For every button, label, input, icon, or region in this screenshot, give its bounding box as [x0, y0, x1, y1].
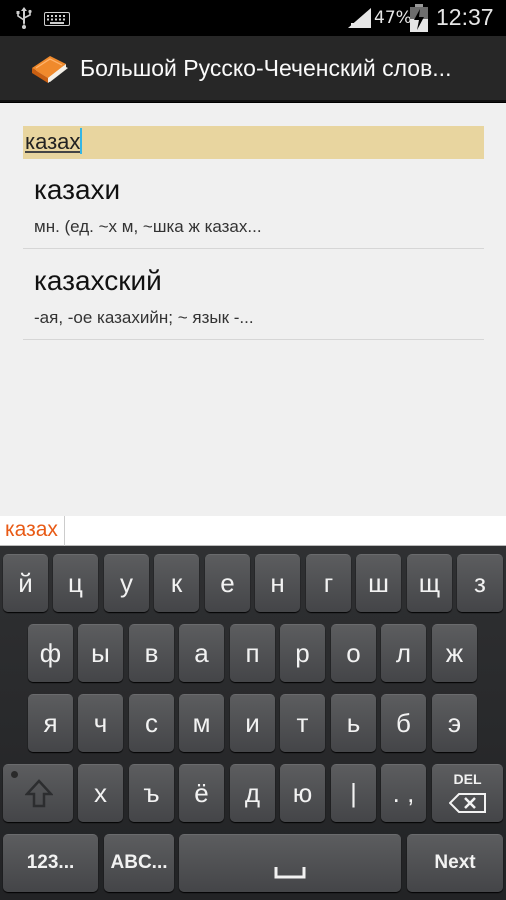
- key-ч[interactable]: ч: [78, 694, 123, 752]
- key-ю[interactable]: ю: [280, 764, 325, 822]
- shift-indicator-icon: [11, 771, 18, 778]
- key-punctuation[interactable]: . ,: [381, 764, 426, 822]
- key-я[interactable]: я: [28, 694, 73, 752]
- result-word: казахский: [34, 265, 162, 296]
- search-input-value: казах: [25, 129, 81, 154]
- key-ё[interactable]: ё: [179, 764, 224, 822]
- key-х[interactable]: х: [78, 764, 123, 822]
- text-cursor: [80, 128, 83, 154]
- battery-percent: 47%: [374, 8, 412, 28]
- keyboard-icon: [44, 12, 70, 26]
- key-ь[interactable]: ь: [331, 694, 376, 752]
- keyboard: й ц у к е н г ш щ з ф ы в а п р о л ж я …: [0, 546, 506, 900]
- key-з[interactable]: з: [457, 554, 503, 612]
- abc-key[interactable]: ABC...: [104, 834, 174, 892]
- key-л[interactable]: л: [381, 624, 426, 682]
- key-м[interactable]: м: [179, 694, 224, 752]
- shift-arrow-icon: [25, 779, 53, 808]
- key-ш[interactable]: ш: [356, 554, 401, 612]
- key-щ[interactable]: щ: [407, 554, 452, 612]
- key-г[interactable]: г: [306, 554, 351, 612]
- status-bar: 47% 12:37: [0, 0, 506, 36]
- key-и[interactable]: и: [230, 694, 275, 752]
- key-р[interactable]: р: [280, 624, 325, 682]
- key-а[interactable]: а: [179, 624, 224, 682]
- key-о[interactable]: о: [331, 624, 376, 682]
- next-key[interactable]: Next: [407, 834, 503, 892]
- key-д[interactable]: д: [230, 764, 275, 822]
- key-н[interactable]: н: [255, 554, 300, 612]
- key-ы[interactable]: ы: [78, 624, 123, 682]
- suggestion-item[interactable]: казах: [0, 516, 65, 546]
- battery-charging-icon: [410, 4, 428, 32]
- result-item-kazakhskiy[interactable]: казахский -ая, -ое казахийн; ~ язык -...: [23, 250, 484, 340]
- key-с[interactable]: с: [129, 694, 174, 752]
- signal-icon: [348, 8, 371, 28]
- key-т[interactable]: т: [280, 694, 325, 752]
- key-ъ[interactable]: ъ: [129, 764, 174, 822]
- key-п[interactable]: п: [230, 624, 275, 682]
- key-б[interactable]: б: [381, 694, 426, 752]
- key-й[interactable]: й: [3, 554, 48, 612]
- result-word: казахи: [34, 174, 121, 205]
- app-title: Большой Русско-Чеченский слов...: [80, 55, 452, 81]
- key-в[interactable]: в: [129, 624, 174, 682]
- usb-icon: [16, 7, 32, 29]
- status-clock: 12:37: [436, 4, 494, 30]
- space-bar-icon: [274, 867, 306, 879]
- result-item-kazakhi[interactable]: казахи мн. (ед. ~х м, ~шка ж казах...: [23, 159, 484, 249]
- delete-key[interactable]: DEL: [432, 764, 503, 822]
- backspace-icon: [449, 793, 486, 813]
- space-key[interactable]: [179, 834, 401, 892]
- content-area: казах казахи мн. (ед. ~х м, ~шка ж казах…: [0, 103, 506, 516]
- book-icon[interactable]: [30, 50, 70, 88]
- result-definition: мн. (ед. ~х м, ~шка ж казах...: [34, 217, 262, 236]
- key-ж[interactable]: ж: [432, 624, 477, 682]
- key-pipe[interactable]: |: [331, 764, 376, 822]
- result-definition: -ая, -ое казахийн; ~ язык -...: [34, 308, 254, 327]
- key-у[interactable]: у: [104, 554, 149, 612]
- shift-key[interactable]: [3, 764, 73, 822]
- search-input[interactable]: казах: [23, 126, 484, 159]
- key-к[interactable]: к: [154, 554, 199, 612]
- action-bar: Большой Русско-Чеченский слов...: [0, 36, 506, 102]
- key-ф[interactable]: ф: [28, 624, 73, 682]
- key-ц[interactable]: ц: [53, 554, 98, 612]
- key-э[interactable]: э: [432, 694, 477, 752]
- suggestion-strip: казах: [0, 516, 506, 546]
- key-е[interactable]: е: [205, 554, 250, 612]
- numbers-key[interactable]: 123...: [3, 834, 98, 892]
